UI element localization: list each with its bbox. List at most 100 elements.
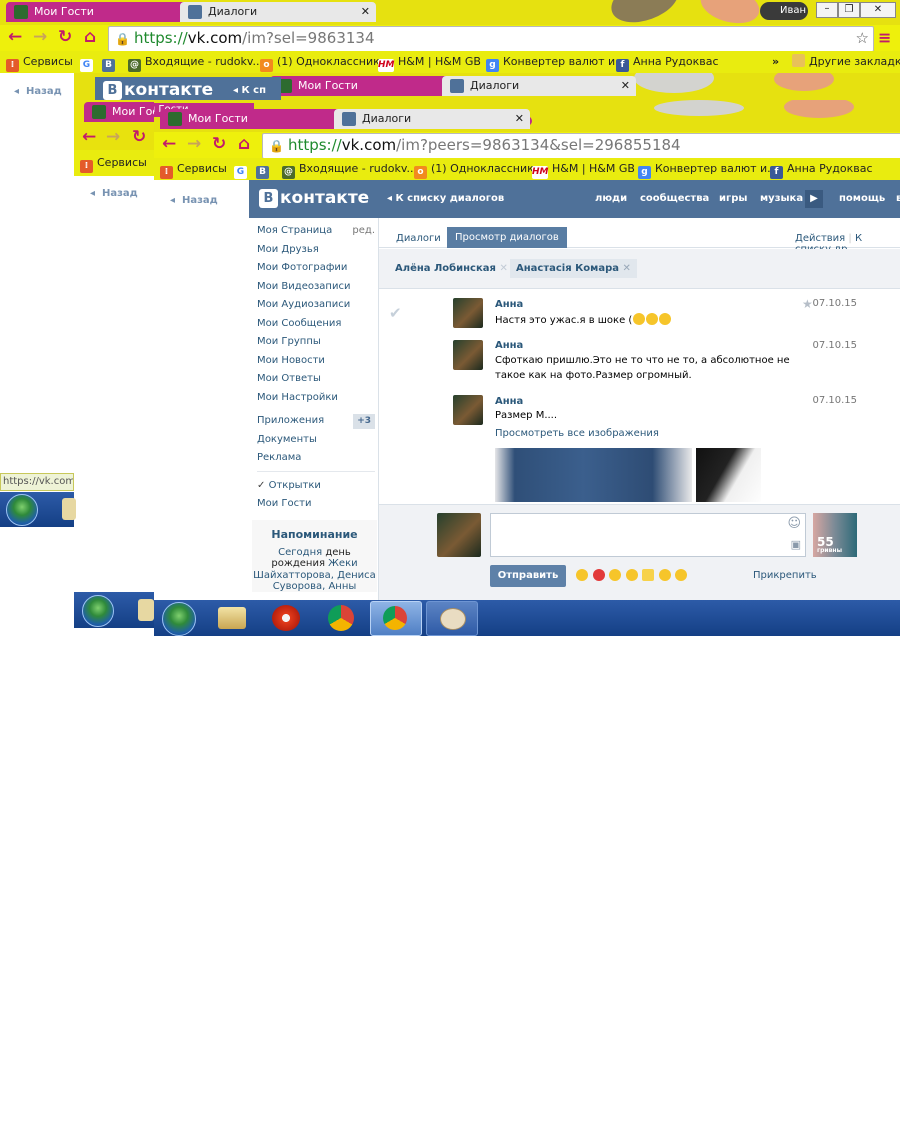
tab-dialogs[interactable]: Диалоги bbox=[396, 233, 441, 244]
chrome-icon[interactable] bbox=[328, 605, 354, 631]
ccleaner-icon[interactable] bbox=[272, 605, 300, 631]
bookmark-facebook[interactable]: f Анна Рудоквас bbox=[770, 158, 873, 180]
nav-logout[interactable]: в bbox=[896, 193, 900, 204]
forward-arrow-icon[interactable]: → bbox=[33, 27, 47, 47]
bookmark-services[interactable]: ⁞ Сервисы bbox=[160, 158, 227, 180]
menu-cards[interactable]: ✓ Открытки bbox=[257, 477, 375, 496]
back-arrow-icon[interactable]: ← bbox=[82, 127, 96, 147]
bookmark-services[interactable]: ⁞ Сервисы bbox=[6, 51, 73, 73]
bookmark-hm[interactable]: HM H&M | H&M GB bbox=[532, 158, 635, 180]
explorer-icon[interactable] bbox=[138, 599, 154, 621]
bookmark-inbox[interactable]: @ Входящие - rudokv... bbox=[282, 158, 417, 180]
back-arrow-icon[interactable]: ← bbox=[162, 134, 176, 154]
bookmark-facebook[interactable]: f Анна Рудоквас bbox=[616, 51, 719, 73]
kiss-lips-emoji-icon[interactable] bbox=[592, 569, 605, 581]
sender-avatar[interactable] bbox=[453, 340, 483, 370]
win1-user-chip[interactable]: Иван bbox=[760, 2, 808, 20]
bookmark-converter[interactable]: g Конвертер валют и... bbox=[638, 158, 778, 180]
menu-groups[interactable]: Мои Группы bbox=[257, 333, 375, 352]
vk-logo[interactable]: Вконтакте bbox=[103, 80, 213, 100]
close-peer-icon[interactable]: ✕ bbox=[622, 263, 630, 274]
menu-news[interactable]: Мои Новости bbox=[257, 352, 375, 371]
win2-back-link[interactable]: ◂ Назад bbox=[90, 188, 138, 199]
menu-answers[interactable]: Мои Ответы bbox=[257, 370, 375, 389]
win2-tab-guests[interactable]: Мои Гости bbox=[270, 76, 466, 96]
nav-communities[interactable]: сообщества bbox=[640, 193, 709, 204]
play-icon[interactable]: ▶ bbox=[805, 190, 823, 208]
back-to-dialog-list[interactable]: ◂ К списку диалогов bbox=[387, 193, 504, 204]
bookmark-converter[interactable]: g Конвертер валют и... bbox=[486, 51, 626, 73]
sparkles-emoji-icon[interactable] bbox=[642, 569, 654, 581]
windows-start-icon[interactable] bbox=[162, 602, 196, 636]
chrome-active-task[interactable] bbox=[370, 601, 422, 636]
bookmark-vk[interactable]: B bbox=[256, 158, 273, 180]
forward-arrow-icon[interactable]: → bbox=[187, 134, 201, 154]
message-item[interactable]: Анна Размер М.... Просмотреть все изобра… bbox=[453, 395, 900, 502]
chrome-menu-icon[interactable]: ≡ bbox=[878, 28, 891, 47]
minimize-button[interactable]: – bbox=[816, 2, 838, 18]
blush-emoji-icon[interactable] bbox=[625, 569, 638, 581]
sender-avatar[interactable] bbox=[453, 298, 483, 328]
win2-tab-dialogs[interactable]: Диалоги ✕ bbox=[442, 76, 636, 96]
forward-arrow-icon[interactable]: → bbox=[106, 127, 120, 147]
laughing-emoji-icon[interactable] bbox=[576, 569, 588, 581]
win1-back-link[interactable]: ◂ Назад bbox=[14, 86, 62, 97]
menu-messages[interactable]: Мои Сообщения bbox=[257, 315, 375, 334]
menu-photos[interactable]: Мои Фотографии bbox=[257, 259, 375, 278]
bookmark-google[interactable]: G bbox=[234, 158, 251, 180]
menu-ads[interactable]: Реклама bbox=[257, 449, 375, 468]
kiss-emoji-icon[interactable] bbox=[609, 569, 621, 581]
windows-start-icon[interactable] bbox=[82, 595, 114, 627]
message-item[interactable]: Анна Сфоткаю пришлю.Это не то что не то,… bbox=[453, 340, 900, 390]
reload-icon[interactable]: ↻ bbox=[58, 27, 72, 47]
menu-videos[interactable]: Мои Видеозаписи bbox=[257, 278, 375, 297]
home-icon[interactable]: ⌂ bbox=[238, 134, 250, 154]
message-input[interactable]: ☺ ▣ bbox=[490, 513, 806, 557]
bookmarks-overflow-icon[interactable]: » bbox=[772, 51, 779, 73]
send-button[interactable]: Отправить bbox=[490, 565, 566, 587]
close-tab-icon[interactable]: ✕ bbox=[515, 109, 524, 129]
paint-icon[interactable] bbox=[426, 601, 478, 636]
vk-logo[interactable]: Вконтакте bbox=[259, 188, 369, 208]
menu-documents[interactable]: Документы bbox=[257, 431, 375, 450]
win2-back-to-list[interactable]: ◂ К сп bbox=[233, 85, 266, 96]
bookmark-services[interactable]: ⁞ Сервисы bbox=[80, 150, 147, 176]
attach-link[interactable]: Прикрепить bbox=[753, 570, 817, 581]
close-tab-icon[interactable]: ✕ bbox=[361, 2, 370, 22]
sender-name[interactable]: Анна bbox=[495, 396, 523, 407]
weary-emoji-icon[interactable] bbox=[675, 569, 687, 581]
restore-button[interactable]: ❐ bbox=[838, 2, 860, 18]
address-bar[interactable]: 🔒 https://vk.com/im?sel=9863134 ☆ bbox=[108, 26, 874, 52]
message-item[interactable]: Анна Настя это ужас.я в шоке ( ★ 07.10.1… bbox=[453, 297, 900, 334]
explorer-icon[interactable] bbox=[62, 498, 76, 520]
back-arrow-icon[interactable]: ← bbox=[8, 27, 22, 47]
bookmark-vk[interactable]: B bbox=[102, 51, 119, 73]
win3-tab-dialogs[interactable]: Диалоги ✕ bbox=[334, 109, 530, 129]
bookmark-ok[interactable]: o (1) Одноклассники bbox=[260, 51, 387, 73]
menu-guests[interactable]: Мои Гости bbox=[257, 495, 375, 514]
my-avatar[interactable] bbox=[437, 513, 481, 557]
peer-tab-active[interactable]: Анастасія Комара ✕ bbox=[510, 259, 637, 278]
win1-tab-dialogs[interactable]: Диалоги ✕ bbox=[180, 2, 376, 22]
sender-name[interactable]: Анна bbox=[495, 299, 523, 310]
view-all-images-link[interactable]: Просмотреть все изображения bbox=[495, 428, 659, 439]
close-tab-icon[interactable]: ✕ bbox=[621, 76, 630, 96]
home-icon[interactable]: ⌂ bbox=[84, 27, 96, 47]
nav-games[interactable]: игры bbox=[719, 193, 747, 204]
favourite-star-icon[interactable]: ★ bbox=[802, 297, 813, 311]
explorer-icon[interactable] bbox=[218, 607, 246, 629]
sender-avatar[interactable] bbox=[453, 395, 483, 425]
win1-tab-guests[interactable]: Мои Гости ✕ bbox=[6, 2, 204, 22]
nav-music[interactable]: музыка bbox=[760, 193, 803, 204]
bookmark-inbox[interactable]: @ Входящие - rudokv... bbox=[128, 51, 263, 73]
win3-tab-guests[interactable]: Мои Гости ✕ bbox=[160, 109, 358, 129]
menu-settings[interactable]: Мои Настройки bbox=[257, 389, 375, 408]
close-window-button[interactable]: ✕ bbox=[860, 2, 896, 18]
star-icon[interactable]: ☆ bbox=[856, 27, 869, 49]
smile-emoji-icon[interactable] bbox=[658, 569, 671, 581]
nav-help[interactable]: помощь bbox=[839, 193, 885, 204]
sender-name[interactable]: Анна bbox=[495, 340, 523, 351]
edit-menu-link[interactable]: ред. bbox=[352, 222, 375, 241]
bookmark-hm[interactable]: HM H&M | H&M GB bbox=[378, 51, 481, 73]
other-bookmarks[interactable]: Другие закладки bbox=[792, 51, 900, 73]
